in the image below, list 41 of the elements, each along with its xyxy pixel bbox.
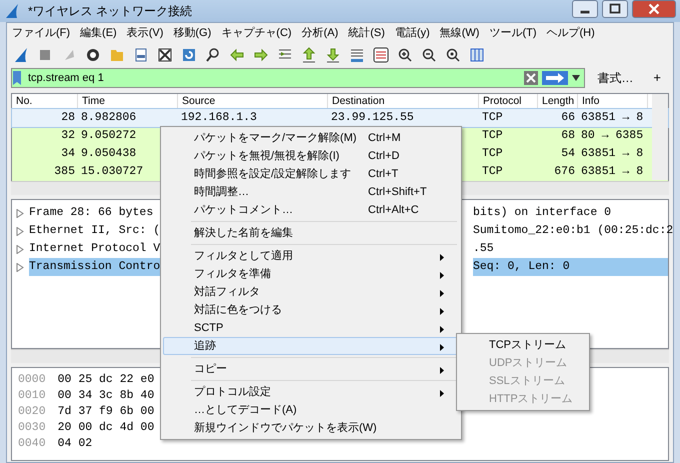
offset-text: 0000 xyxy=(18,372,46,388)
table-cell: 23.99.125.55 xyxy=(331,111,414,124)
shortcut-text: Ctrl+Shift+T xyxy=(368,185,428,200)
hex-text: 00 34 3c 8b 40 xyxy=(58,388,154,404)
offset-text: 0020 xyxy=(18,404,46,420)
hex-text: 04 02 xyxy=(58,436,92,452)
table-cell: 385 xyxy=(54,165,75,178)
shortcut-text: Ctrl+T xyxy=(368,167,400,182)
hex-text: 00 25 dc 22 e0 xyxy=(58,372,154,388)
table-cell: 28 xyxy=(61,111,75,124)
menu-item: SSLストリーム xyxy=(488,374,566,389)
table-cell: 9.050438 xyxy=(81,147,136,160)
table-cell: 68 xyxy=(561,129,575,142)
shortcut-text: Ctrl+D xyxy=(368,149,400,164)
table-cell: 15.030727 xyxy=(81,165,144,178)
table-cell: 63851 → 8 xyxy=(581,147,644,160)
offset-text: 0030 xyxy=(18,420,46,436)
window-title: *ワイヤレス ネットワーク接続 xyxy=(28,3,192,20)
table-cell: 63851 → 8 xyxy=(581,165,644,178)
table-cell: 80 → 6385 xyxy=(581,129,644,142)
table-cell: 32 xyxy=(61,129,75,142)
table-cell: 63851 → 8 xyxy=(581,111,644,124)
table-cell: TCP xyxy=(482,165,503,178)
table-cell: 54 xyxy=(561,147,575,160)
table-cell: 34 xyxy=(61,147,75,160)
table-cell: TCP xyxy=(482,129,503,142)
table-cell: TCP xyxy=(482,111,503,124)
table-cell: 8.982806 xyxy=(81,111,136,124)
table-cell: 676 xyxy=(554,165,575,178)
menu-item: UDPストリーム xyxy=(488,356,568,371)
hex-text: 20 00 dc 4d 00 xyxy=(58,420,154,436)
table-cell: 66 xyxy=(561,111,575,124)
table-cell: TCP xyxy=(482,147,503,160)
table-cell: 192.168.1.3 xyxy=(181,111,257,124)
shortcut-text: Ctrl+M xyxy=(368,131,402,146)
hex-text: 7d 37 f9 6b 00 xyxy=(58,404,154,420)
offset-text: 0010 xyxy=(18,388,46,404)
menu-item: HTTPストリーム xyxy=(488,392,574,407)
offset-text: 0040 xyxy=(18,436,46,452)
shortcut-text: Ctrl+Alt+C xyxy=(368,203,420,218)
table-cell: 9.050272 xyxy=(81,129,136,142)
